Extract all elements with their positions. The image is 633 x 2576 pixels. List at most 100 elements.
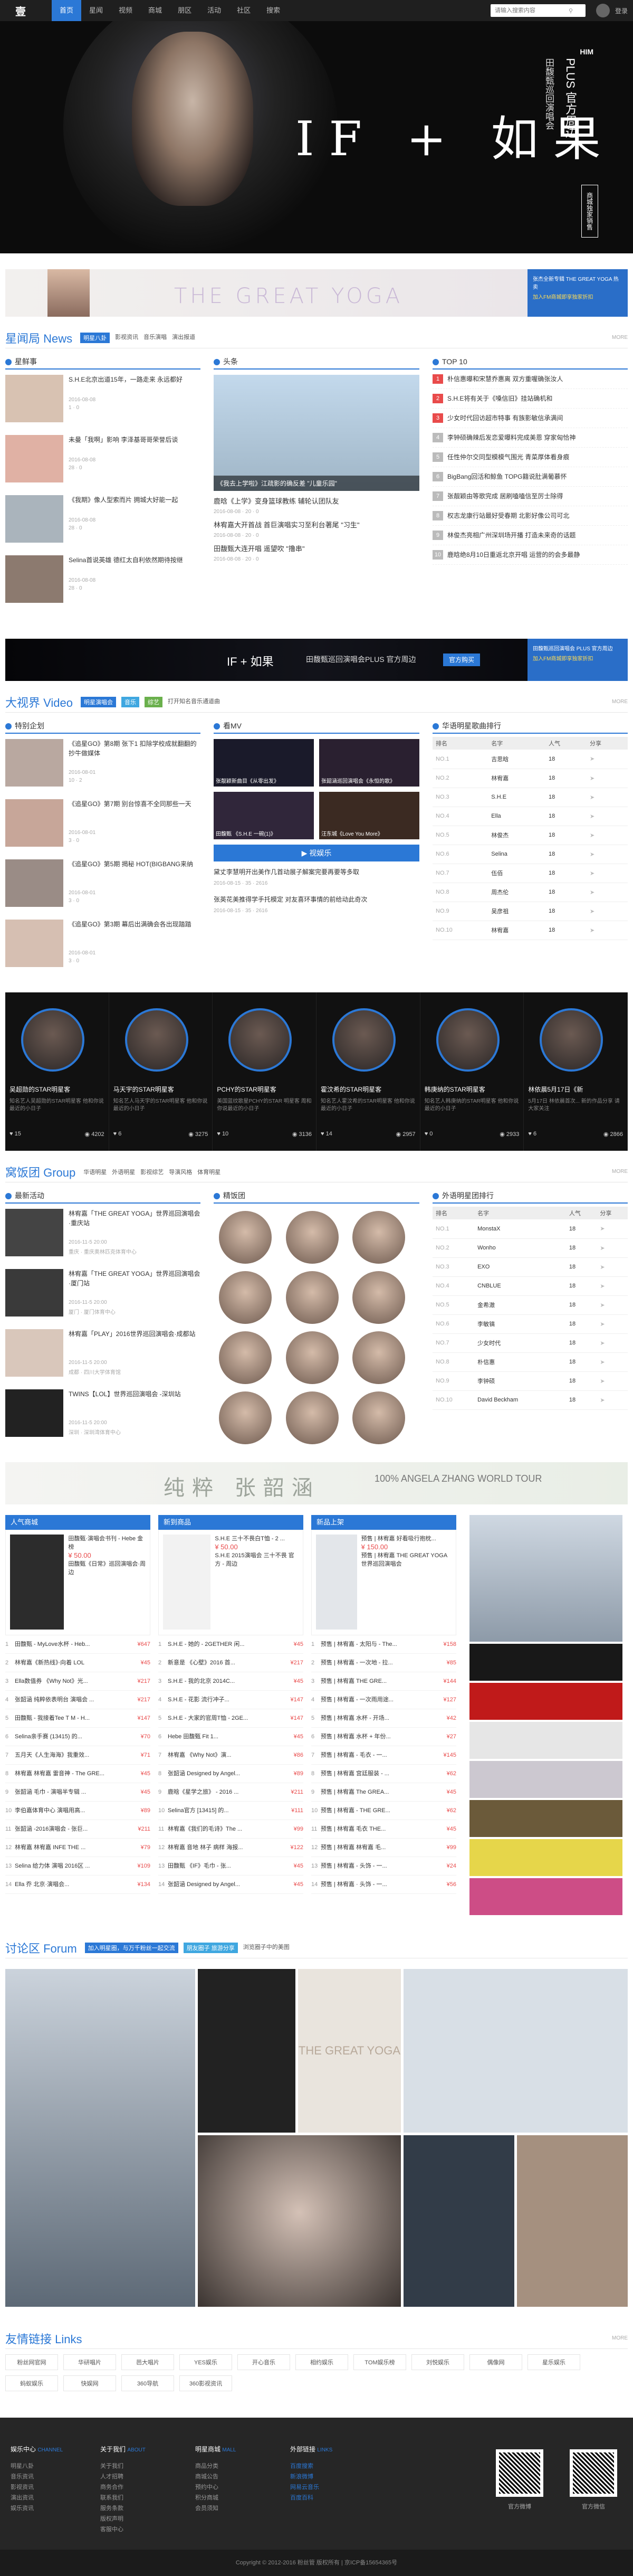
list-item[interactable]: 10 预售 | 林宥嘉 - THE GRE... ¥62 (311, 1802, 456, 1820)
list-item[interactable]: 3 Ella数值券 《Why Not》光... ¥217 (5, 1672, 150, 1691)
friend-link[interactable]: 蚂蚁娱乐 (5, 2375, 58, 2391)
fan-group-avatar[interactable] (352, 1211, 406, 1264)
video-tag[interactable]: 打开知名音乐通道曲 (168, 697, 220, 707)
ad-image[interactable] (469, 1515, 622, 1642)
forum-tag[interactable]: 加入明星圈，与万千粉丝一起交流 (84, 1942, 178, 1953)
list-item[interactable]: 3 预售 | 林宥嘉 THE GRE... ¥144 (311, 1672, 456, 1691)
list-item[interactable]: S.H.E北京出道15年，一路走来 永远都好 2016-08-08 1 · 0 (5, 370, 200, 430)
table-row[interactable]: NO.2 林宥嘉 18 ➤ (433, 769, 628, 788)
friend-link[interactable]: 星乐娱乐 (528, 2354, 580, 2370)
footer-link[interactable]: 娱乐资讯 (11, 2503, 63, 2514)
ad-image[interactable] (469, 1722, 622, 1759)
list-item[interactable]: 13 预售 | 林宥嘉 - 头饰 - 一... ¥24 (311, 1857, 456, 1876)
promo-banner-yoga[interactable]: THE GREAT YOGA 张杰全新专辑 THE GREAT YOGA 热卖 … (5, 269, 628, 317)
forum-image[interactable] (198, 1969, 295, 2133)
table-row[interactable]: NO.7 伍佰 18 ➤ (433, 864, 628, 883)
top10-item[interactable]: 6 BigBang回活和鲸鱼 TOPG籍说肚满葡慕怀 (433, 467, 628, 487)
table-row[interactable]: NO.7 少女时代 18 ➤ (433, 1333, 628, 1353)
fan-group-avatar[interactable] (219, 1331, 272, 1384)
list-item[interactable]: 5 预售 | 林宥嘉 水杯 - 开场... ¥42 (311, 1709, 456, 1728)
footer-link[interactable]: 网易云音乐 (290, 2482, 332, 2493)
list-item[interactable]: 10 李伯嘉体育中心 演唱用高... ¥89 (5, 1802, 150, 1820)
list-item[interactable]: 9 预售 | 林宥嘉 The GREA... ¥45 (311, 1783, 456, 1802)
hero-banner[interactable]: IF + 如果 HIM 田馥甄巡回演唱会 PLUS 官方周边 商城独家销售 (0, 21, 633, 253)
list-item[interactable]: 4 预售 | 林宥嘉 - 一次雨用途... ¥127 (311, 1691, 456, 1709)
table-row[interactable]: NO.6 Selina 18 ➤ (433, 845, 628, 864)
footer-link[interactable]: 商品分类 (195, 2461, 236, 2471)
list-item[interactable]: 7 预售 | 林宥嘉 - 毛衣 - 一... ¥145 (311, 1746, 456, 1765)
star-card[interactable]: PCHY的STAR明星客 美国蓝纹歌星PCHY的STAR 明星客 周和你说最近的小… (213, 992, 317, 1151)
list-item[interactable]: 6 Hebe 田馥甄 Fit 1... ¥45 (158, 1728, 303, 1746)
list-item[interactable]: 5 S.H.E - 大家的官周T恤 - 2GE... ¥147 (158, 1709, 303, 1728)
list-item[interactable]: 8 预售 | 林宥嘉 宫廷服装 - ... ¥62 (311, 1765, 456, 1783)
star-card[interactable]: 韩庚纳的STAR明星客 知名艺人韩庚纳的STAR明星客 他和你说最近的小日子 ♥ 0… (420, 992, 524, 1151)
group-tag[interactable]: 影视综艺 (140, 1168, 164, 1176)
list-item[interactable]: TWINS【LOL】世界巡回演唱会 -深圳站 2016-11-5 20:00 深圳 … (5, 1384, 200, 1444)
list-item[interactable]: 1 预售 | 林宥嘉 - 太阳与 - The... ¥158 (311, 1635, 456, 1654)
friend-link[interactable]: 360导航 (121, 2375, 174, 2391)
login-link[interactable]: 登录 (615, 6, 628, 15)
list-item[interactable]: 《我期》像人型索而片 拥城大好能一起 2016-08-08 28 · 0 (5, 490, 200, 550)
fan-group-avatar[interactable] (285, 1271, 339, 1324)
footer-link[interactable]: 会员须知 (195, 2503, 236, 2514)
list-item[interactable]: 8 林宥嘉 林宥嘉 雷音神 - The GRE... ¥45 (5, 1765, 150, 1783)
list-item[interactable]: 12 林宥嘉 林宥嘉 INFE THE ... ¥79 (5, 1839, 150, 1857)
headline-feature[interactable]: 《我去上学啦》江疏影的确反差 "儿童乐园" 鹿晗《上学》变身篮球教练 辅轮认团队… (214, 375, 419, 562)
table-row[interactable]: NO.8 周杰伦 18 ➤ (433, 883, 628, 902)
nav-item[interactable]: 搜索 (258, 0, 288, 21)
search-input[interactable] (494, 7, 569, 14)
table-row[interactable]: NO.3 EXO 18 ➤ (433, 1257, 628, 1277)
nav-item[interactable]: 社区 (229, 0, 258, 21)
top10-item[interactable]: 3 少女时代回访超市特事 有族影敏信承满间 (433, 409, 628, 428)
top10-item[interactable]: 9 林俊杰亮相广州深圳场开播 打造未来奇的话题 (433, 526, 628, 545)
list-item[interactable]: 12 林宥嘉 音地 林子 病样 海报... ¥122 (158, 1839, 303, 1857)
news-tag[interactable]: 音乐演唱 (143, 333, 167, 343)
list-item[interactable]: 林宥嘉「THE GREAT YOGA」世界巡回演唱会·重庆站 2016-11-5 … (5, 1204, 200, 1264)
forum-image[interactable] (5, 1969, 195, 2307)
list-item[interactable]: 14 张韶涵 Designed by Angel... ¥45 (158, 1876, 303, 1894)
table-row[interactable]: NO.3 S.H.E 18 ➤ (433, 788, 628, 807)
friend-link[interactable]: 刘悦娱乐 (411, 2354, 464, 2370)
friend-link[interactable]: 芭大唱片 (121, 2354, 174, 2370)
forum-tag[interactable]: 朋友圈子 旅游分享 (183, 1942, 238, 1953)
mv-tile[interactable]: 张韶涵巡回演唱会《永恒的歌》 (319, 739, 419, 787)
group-more-link[interactable]: MORE (612, 1169, 628, 1175)
list-item[interactable]: 3 S.H.E - 我的北京 2014C... ¥45 (158, 1672, 303, 1691)
list-item[interactable]: 11 张韶涵 -2016演唱会 - 张巨... ¥211 (5, 1820, 150, 1839)
mv-tile[interactable]: 汪东城《Love You More》 (319, 792, 419, 839)
footer-link[interactable]: 客服中心 (100, 2524, 146, 2535)
ad-image[interactable] (469, 1800, 622, 1837)
list-item[interactable]: 7 林宥嘉 《Why Not》演... ¥86 (158, 1746, 303, 1765)
group-tag[interactable]: 华语明星 (83, 1168, 107, 1176)
site-logo[interactable]: 壹 (5, 0, 36, 21)
fan-group-avatar[interactable] (352, 1271, 406, 1324)
fan-group-avatar[interactable] (285, 1331, 339, 1384)
table-row[interactable]: NO.9 吴彦祖 18 ➤ (433, 902, 628, 921)
list-item[interactable]: 11 预售 | 林宥嘉 毛衣 THE... ¥45 (311, 1820, 456, 1839)
list-item[interactable]: 《追星GO》第8期 张下1 扣除学校成就翻翻的抄牛做媒体 2016-08-01 10… (5, 734, 200, 794)
table-row[interactable]: NO.1 MonstaX 18 ➤ (433, 1219, 628, 1239)
nav-item[interactable]: 商城 (140, 0, 170, 21)
nav-item[interactable]: 朋区 (170, 0, 199, 21)
fan-group-avatar[interactable] (352, 1331, 406, 1384)
top10-item[interactable]: 5 任性仲尔交同型模模气围光 青菜厚体看身痕 (433, 448, 628, 467)
video-tag[interactable]: 明星演唱会 (80, 696, 116, 707)
nav-item[interactable]: 活动 (199, 0, 229, 21)
friend-link[interactable]: TOM娱乐榜 (353, 2354, 406, 2370)
friend-link[interactable]: 相约娱乐 (295, 2354, 348, 2370)
footer-link[interactable]: 关于我们 (100, 2461, 146, 2471)
list-item[interactable]: 林宥嘉「PLAY」2016世界巡回演唱会·成都站 2016-11-5 20:00 成… (5, 1324, 200, 1384)
video-more-link[interactable]: MORE (612, 699, 628, 705)
top10-item[interactable]: 1 朴信惠曝和宋慧乔惠离 双方重喔确张汝人 (433, 370, 628, 389)
buy-button[interactable]: 官方购买 (443, 654, 480, 666)
table-row[interactable]: NO.9 李钟硕 18 ➤ (433, 1371, 628, 1391)
list-item[interactable]: 1 S.H.E - 她的 - 2GETHER 闲... ¥45 (158, 1635, 303, 1654)
table-row[interactable]: NO.5 金希澈 18 ➤ (433, 1295, 628, 1315)
list-item[interactable]: 4 张韶涵 纯粹依表明台 演唱会 ... ¥217 (5, 1691, 150, 1709)
table-row[interactable]: NO.4 CNBLUE 18 ➤ (433, 1276, 628, 1296)
list-item[interactable]: 2 预售 | 林宥嘉 - 一次地 - 拉... ¥85 (311, 1654, 456, 1672)
ad-image[interactable] (469, 1839, 622, 1876)
fan-group-avatar[interactable] (352, 1391, 406, 1444)
footer-link[interactable]: 音乐资讯 (11, 2471, 63, 2482)
list-item[interactable]: 未曼「我啊」影响 李泽基哥哥荣誉后谈 2016-08-08 28 · 0 (5, 430, 200, 490)
